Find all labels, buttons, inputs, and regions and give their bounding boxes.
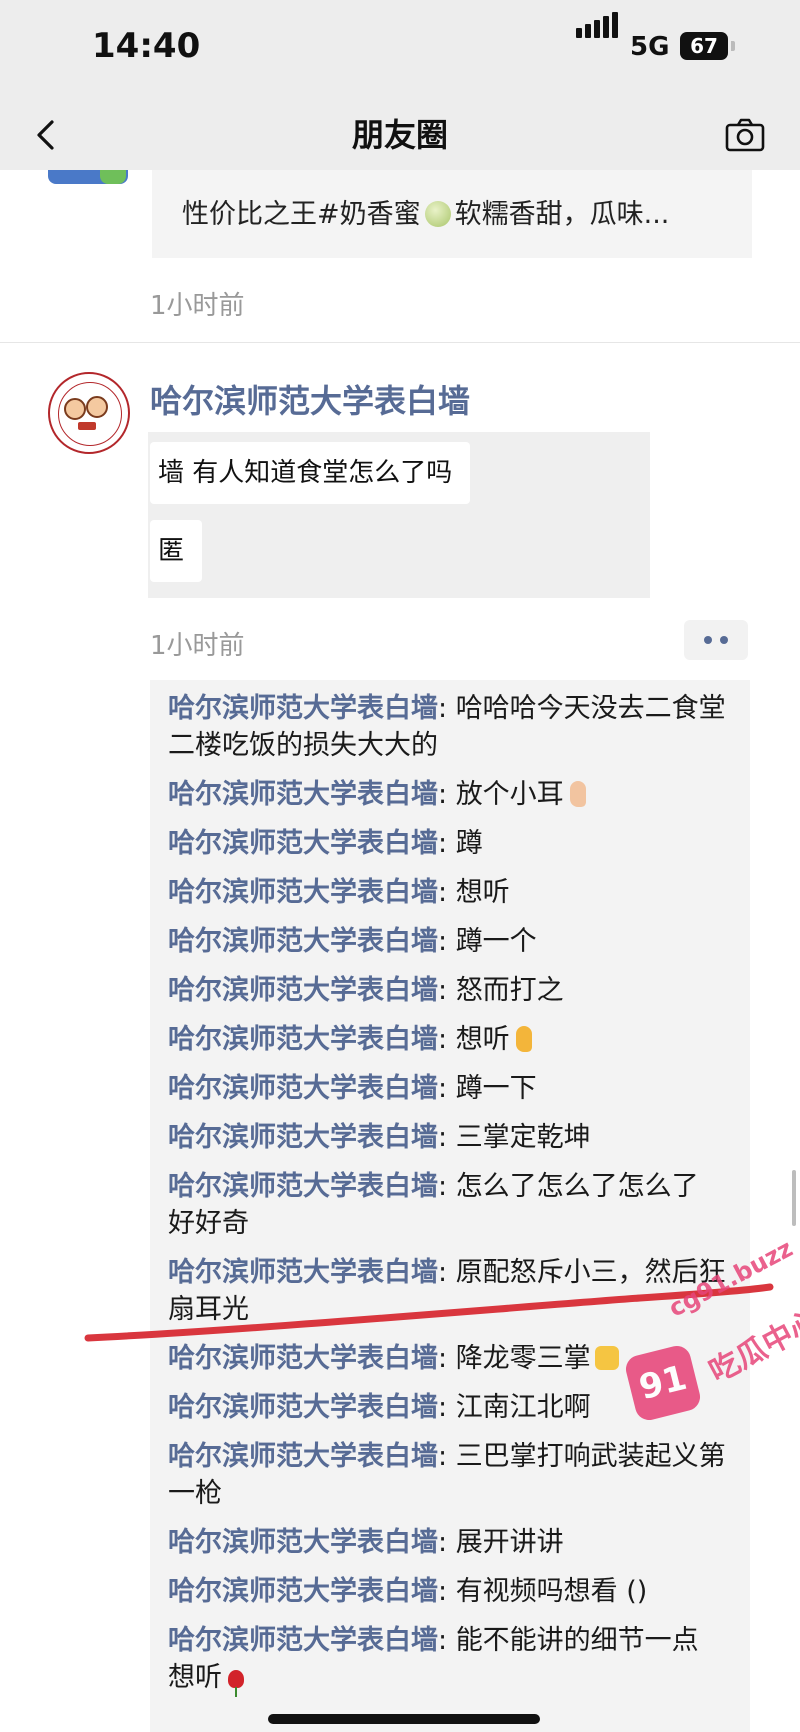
home-indicator[interactable] — [268, 1714, 540, 1724]
scrollbar[interactable] — [792, 1170, 796, 1226]
red-annotation-stroke — [84, 1283, 774, 1342]
